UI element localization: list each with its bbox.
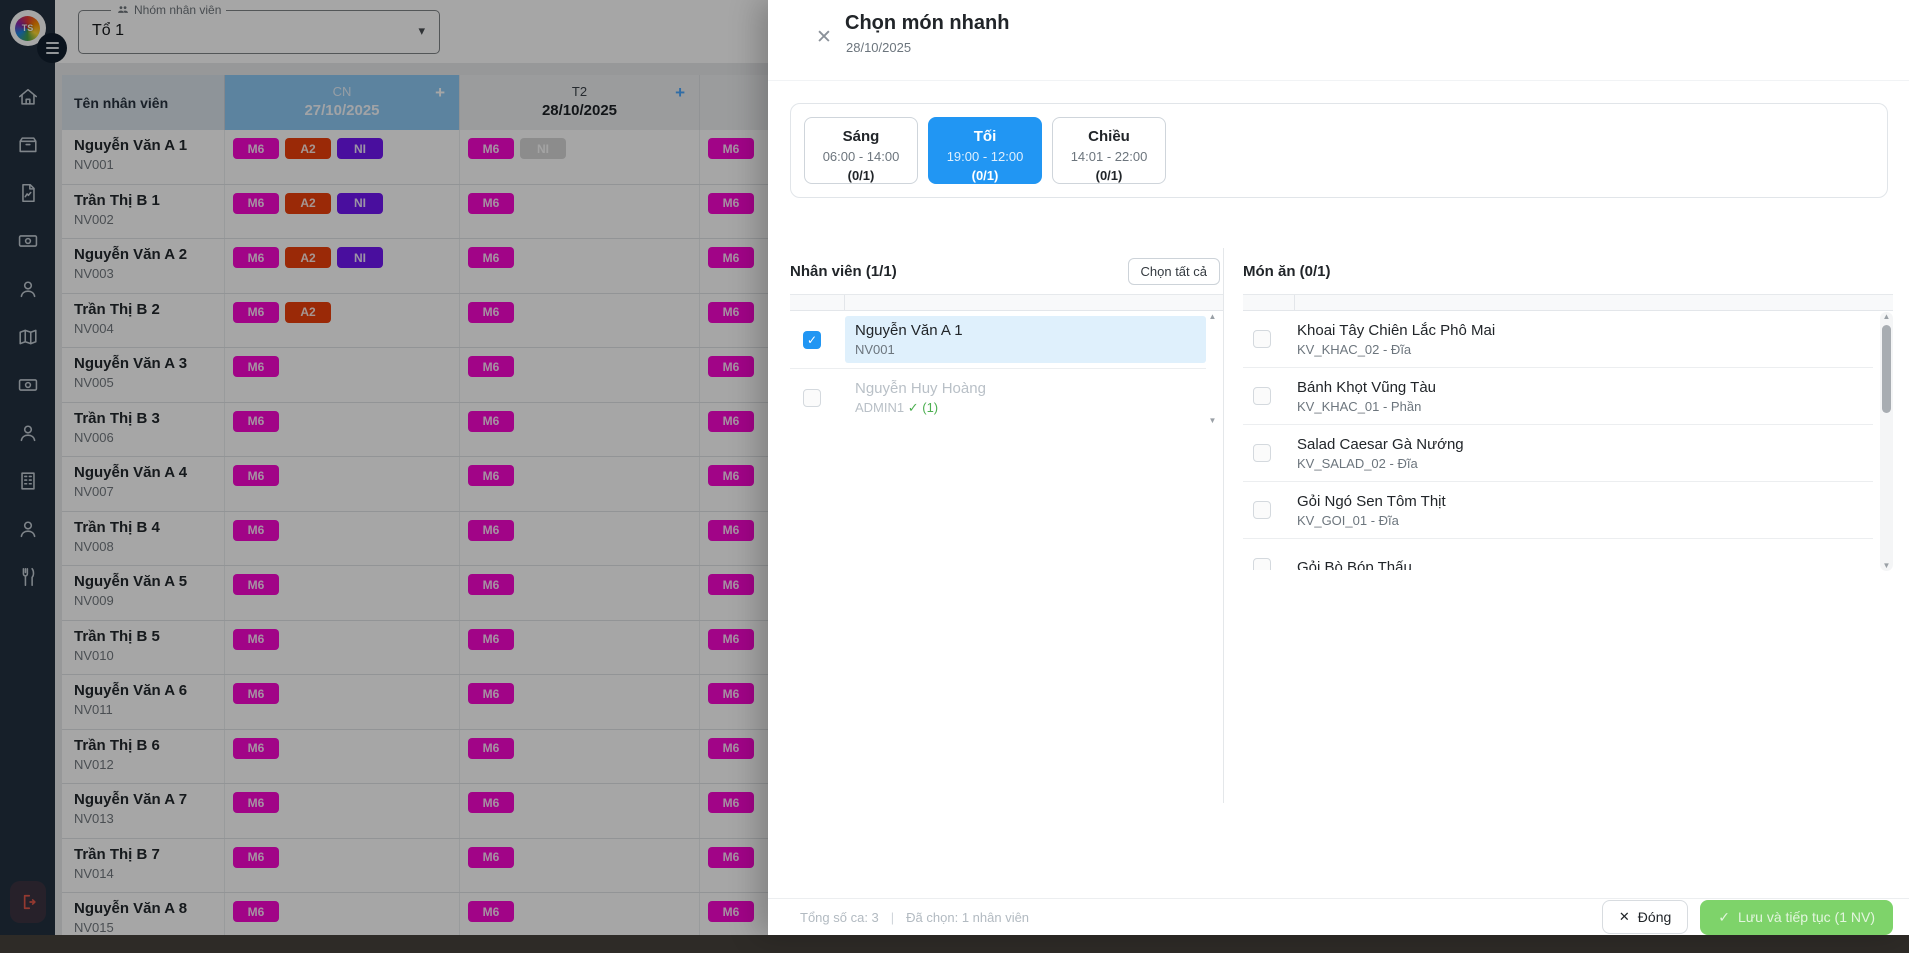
dish-code: KV_SALAD_02 - Đĩa [1297,456,1464,471]
dish-name: Gỏi Bò Bóp Thấu [1297,559,1412,571]
employee-name: Nguyễn Văn A 1 [855,322,1196,339]
dish-list-item[interactable]: Gỏi Bò Bóp Thấu [1243,539,1873,570]
dish-checkbox[interactable] [1253,444,1271,462]
shift-time: 19:00 - 12:00 [929,149,1041,164]
shift-selector: Sáng 06:00 - 14:00 (0/1) Tối 19:00 - 12:… [790,103,1888,198]
close-modal-icon[interactable]: ✕ [816,26,832,49]
check-icon: ✓ [1718,909,1730,926]
close-icon: ✕ [1619,909,1630,925]
employee-checkbox[interactable]: ✓ [803,331,821,349]
dishes-panel: Món ăn (0/1) Khoai Tây Chiên Lắc Phô Mai… [1224,248,1893,803]
shift-time: 14:01 - 22:00 [1053,149,1165,164]
close-button[interactable]: ✕ Đóng [1602,900,1688,934]
scrollbar-thumb[interactable] [1882,325,1891,413]
employee-name: Nguyễn Huy Hoàng [855,380,1196,397]
scroll-down-icon[interactable]: ▼ [1209,416,1217,426]
shift-card-toi[interactable]: Tối 19:00 - 12:00 (0/1) [928,117,1042,184]
dish-name: Bánh Khọt Vũng Tàu [1297,379,1436,396]
save-continue-button[interactable]: ✓ Lưu và tiếp tục (1 NV) [1700,900,1893,935]
dish-code: KV_KHAC_02 - Đĩa [1297,342,1495,357]
scroll-up-icon[interactable]: ▲ [1209,312,1217,322]
dish-checkbox[interactable] [1253,558,1271,570]
dishes-list: Khoai Tây Chiên Lắc Phô Mai KV_KHAC_02 -… [1243,311,1873,570]
employees-list-header [790,295,1223,311]
shift-card-sang[interactable]: Sáng 06:00 - 14:00 (0/1) [804,117,918,184]
dish-checkbox[interactable] [1253,330,1271,348]
employee-code: ADMIN1 ✓ (1) [855,400,1196,416]
dish-list-item[interactable]: Bánh Khọt Vũng Tàu KV_KHAC_01 - Phần [1243,368,1873,425]
header-divider [768,80,1909,81]
modal-date: 28/10/2025 [846,40,911,55]
dish-name: Salad Caesar Gà Nướng [1297,436,1464,453]
dish-code: KV_KHAC_01 - Phần [1297,399,1436,414]
dish-name: Khoai Tây Chiên Lắc Phô Mai [1297,322,1495,339]
employees-panel: Nhân viên (1/1) Chọn tất cả ✓ Nguyễn Văn… [790,248,1224,803]
dish-code: KV_GOI_01 - Đĩa [1297,513,1446,528]
modal-title: Chọn món nhanh [845,12,1009,35]
selected-count-label: Đã chọn: 1 nhân viên [906,910,1029,925]
dishes-scrollbar[interactable]: ▲ ▼ [1880,312,1893,571]
dish-list-item[interactable]: Gỏi Ngó Sen Tôm Thịt KV_GOI_01 - Đĩa [1243,482,1873,539]
employees-scrollbar[interactable]: ▲ ▼ [1206,312,1219,426]
employee-list-item[interactable]: ✓ Nguyễn Văn A 1 NV001 [790,311,1206,368]
employees-list: ✓ Nguyễn Văn A 1 NV001 Nguyễn Huy Hoàng … [790,311,1206,427]
dishes-list-header [1243,295,1893,311]
shift-name: Tối [929,128,1041,145]
scroll-down-icon[interactable]: ▼ [1883,561,1891,571]
screen: TS Nhóm nhân viên Tổ 1 ▾ [0,0,1909,953]
total-shifts-label: Tổng số ca: 3 [800,910,879,925]
quick-dish-modal: ✕ Chọn món nhanh 28/10/2025 Sáng 06:00 -… [768,0,1909,935]
dish-list-item[interactable]: Khoai Tây Chiên Lắc Phô Mai KV_KHAC_02 -… [1243,311,1873,368]
dish-name: Gỏi Ngó Sen Tôm Thịt [1297,493,1446,510]
employees-title: Nhân viên (1/1) [790,263,897,280]
dish-checkbox[interactable] [1253,387,1271,405]
shift-count: (0/1) [1053,168,1165,183]
shift-name: Chiều [1053,128,1165,145]
employee-list-item[interactable]: Nguyễn Huy Hoàng ADMIN1 ✓ (1) [790,368,1206,427]
shift-name: Sáng [805,128,917,145]
scroll-up-icon[interactable]: ▲ [1883,312,1891,322]
dishes-title: Món ăn (0/1) [1243,263,1331,280]
shift-count: (0/1) [805,168,917,183]
select-all-button[interactable]: Chọn tất cả [1128,258,1221,285]
selection-panels: Nhân viên (1/1) Chọn tất cả ✓ Nguyễn Văn… [790,248,1893,803]
modal-footer: Tổng số ca: 3 | Đã chọn: 1 nhân viên ✕ Đ… [768,898,1909,935]
footer-divider: | [891,910,894,925]
dish-list-item[interactable]: Salad Caesar Gà Nướng KV_SALAD_02 - Đĩa [1243,425,1873,482]
shift-card-chieu[interactable]: Chiều 14:01 - 22:00 (0/1) [1052,117,1166,184]
shift-count: (0/1) [929,168,1041,183]
modal-backdrop[interactable] [0,0,768,953]
shift-time: 06:00 - 14:00 [805,149,917,164]
employee-code: NV001 [855,342,1196,357]
bottom-bar [0,935,1909,953]
assigned-check-badge: ✓ (1) [908,400,938,415]
employee-checkbox[interactable] [803,389,821,407]
dish-checkbox[interactable] [1253,501,1271,519]
